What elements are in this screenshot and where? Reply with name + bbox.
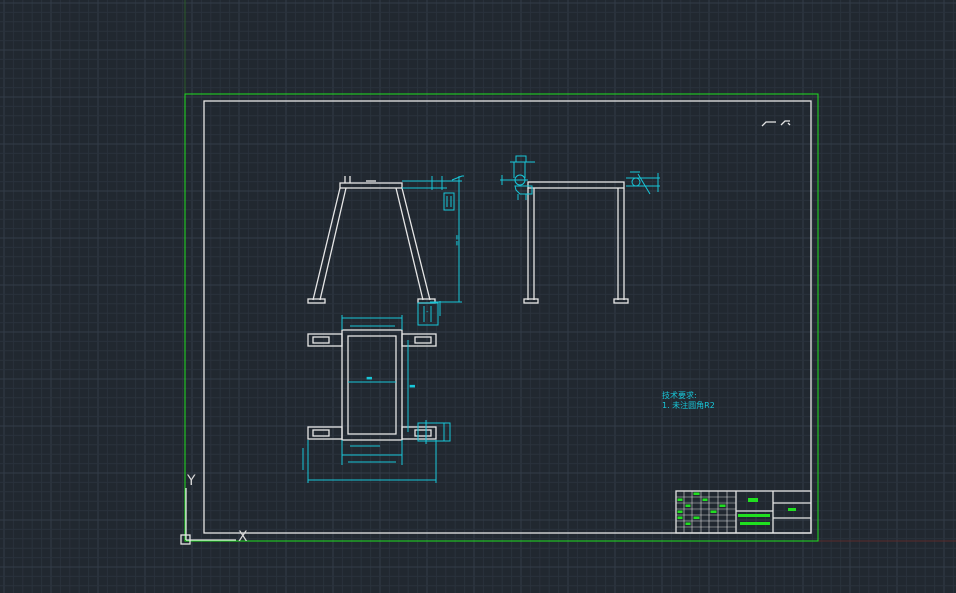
title-block-label-1 — [748, 498, 758, 502]
technical-notes[interactable]: 技术要求: 1. 未注圆角R2 — [662, 390, 715, 410]
ucs-x-label: X — [238, 529, 248, 545]
ucs-icon: Y X — [180, 473, 248, 545]
title-block-label-3 — [738, 514, 770, 517]
title-block[interactable] — [675, 490, 812, 534]
title-block-label-4 — [740, 522, 770, 525]
title-block-revision-table — [675, 491, 737, 533]
notes-heading: 技术要求: — [662, 390, 697, 400]
title-block-label-2 — [788, 508, 796, 511]
sheet-outer-border[interactable] — [184, 93, 819, 542]
notes-line-1: 1. 未注圆角R2 — [662, 400, 715, 410]
cad-drawing-canvas[interactable]: ≡≡ - ▬ ▬ 技术要求: 1. 未注圆角R2 Y X — [0, 0, 956, 593]
top-view[interactable]: ▬ ▬ — [302, 315, 451, 483]
side-view[interactable] — [500, 155, 660, 304]
background-grid — [0, 0, 956, 593]
svg-text:-: - — [426, 308, 429, 316]
front-view[interactable]: ≡≡ - — [307, 175, 464, 326]
svg-text:▬: ▬ — [366, 374, 373, 382]
ucs-y-label: Y — [186, 473, 196, 489]
svg-text:▬: ▬ — [409, 382, 416, 390]
svg-text:≡≡: ≡≡ — [454, 234, 462, 246]
